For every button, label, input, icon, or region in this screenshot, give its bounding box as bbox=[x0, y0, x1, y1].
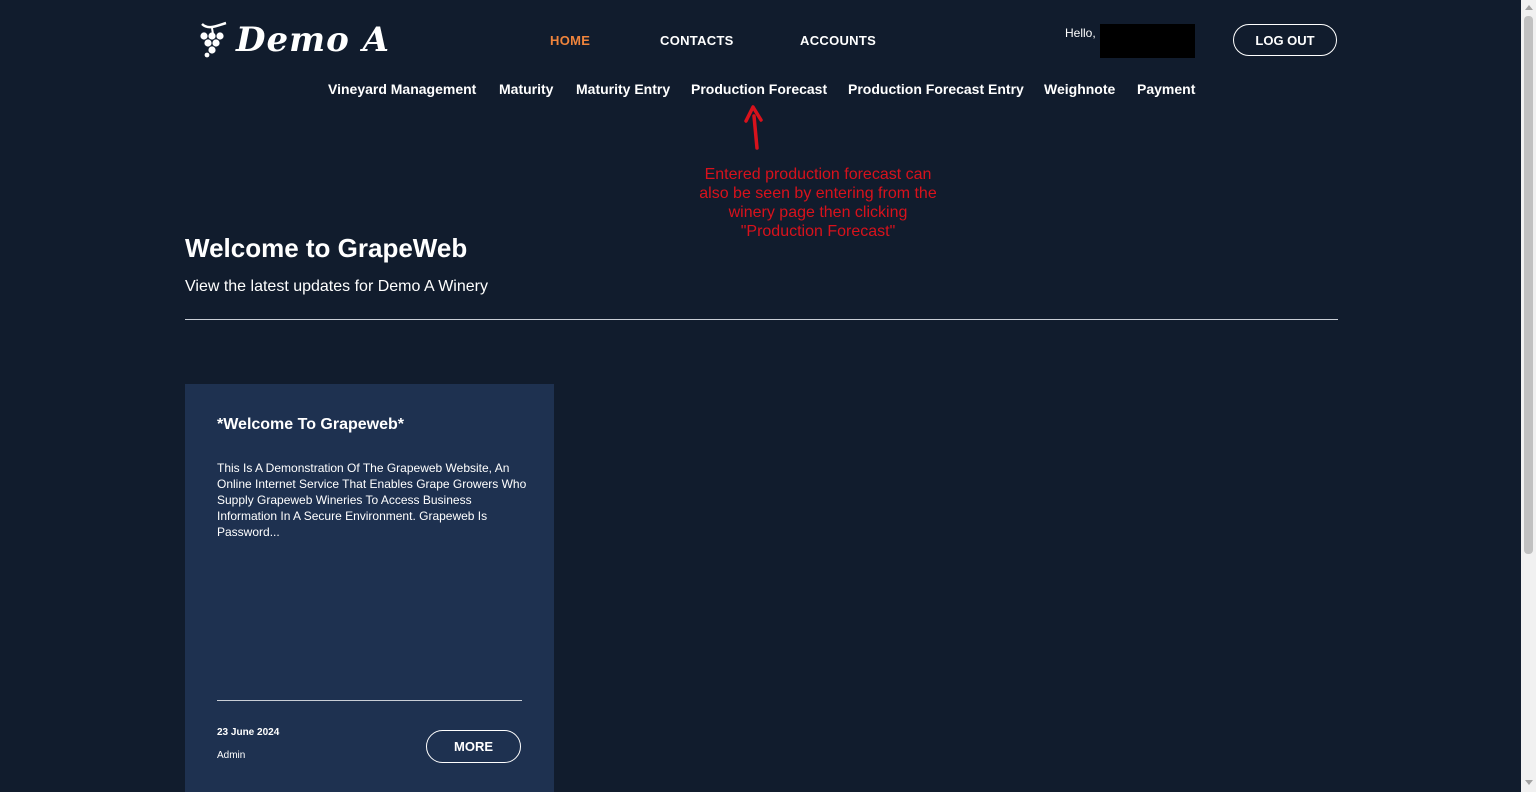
annotation-line: also be seen by entering from the bbox=[699, 185, 937, 202]
scrollbar-thumb[interactable] bbox=[1524, 16, 1533, 554]
page-subtitle: View the latest updates for Demo A Winer… bbox=[185, 278, 488, 295]
subnav-maturity-entry[interactable]: Maturity Entry bbox=[576, 81, 670, 97]
news-card-divider bbox=[217, 700, 522, 701]
section-divider bbox=[185, 319, 1338, 320]
annotation-line: "Production Forecast" bbox=[740, 223, 896, 240]
subnav-production-forecast-entry[interactable]: Production Forecast Entry bbox=[848, 81, 1024, 97]
page-title: Welcome to GrapeWeb bbox=[185, 233, 468, 263]
annotation-arrow-icon bbox=[744, 105, 763, 150]
subnav-weighnote[interactable]: Weighnote bbox=[1044, 81, 1115, 97]
subnav-production-forecast[interactable]: Production Forecast bbox=[691, 81, 827, 97]
news-card-date: 23 June 2024 bbox=[217, 727, 280, 738]
grapes-icon bbox=[200, 21, 227, 58]
vertical-scrollbar[interactable] bbox=[1521, 0, 1536, 792]
nav-home[interactable]: HOME bbox=[550, 33, 590, 48]
nav-contacts[interactable]: CONTACTS bbox=[660, 33, 734, 48]
logout-button[interactable]: LOG OUT bbox=[1233, 24, 1337, 56]
news-card-excerpt: This Is A Demonstration Of The Grapeweb … bbox=[217, 461, 527, 539]
page: Demo A HOME CONTACTS ACCOUNTS Hello, LOG… bbox=[0, 0, 1536, 792]
news-card: *Welcome To Grapeweb* This Is A Demonstr… bbox=[185, 384, 554, 792]
redacted-username bbox=[1100, 24, 1195, 58]
brand-name: Demo A bbox=[236, 20, 390, 60]
subnav-payment[interactable]: Payment bbox=[1137, 81, 1195, 97]
nav-accounts[interactable]: ACCOUNTS bbox=[800, 33, 876, 48]
user-greeting: Hello, bbox=[1065, 26, 1096, 40]
brand-logo[interactable]: Demo A bbox=[196, 20, 390, 60]
scroll-down-icon[interactable] bbox=[1525, 780, 1533, 785]
news-card-title: *Welcome To Grapeweb* bbox=[217, 416, 405, 433]
annotation-line: Entered production forecast can bbox=[704, 166, 932, 183]
more-button[interactable]: MORE bbox=[426, 730, 521, 763]
subnav-maturity[interactable]: Maturity bbox=[499, 81, 553, 97]
scroll-up-icon[interactable] bbox=[1525, 5, 1533, 10]
news-card-author: Admin bbox=[217, 750, 246, 761]
subnav-vineyard-management[interactable]: Vineyard Management bbox=[328, 81, 476, 97]
annotation-note: Entered production forecast can also be … bbox=[680, 165, 956, 241]
annotation-line: winery page then clicking bbox=[728, 204, 908, 221]
